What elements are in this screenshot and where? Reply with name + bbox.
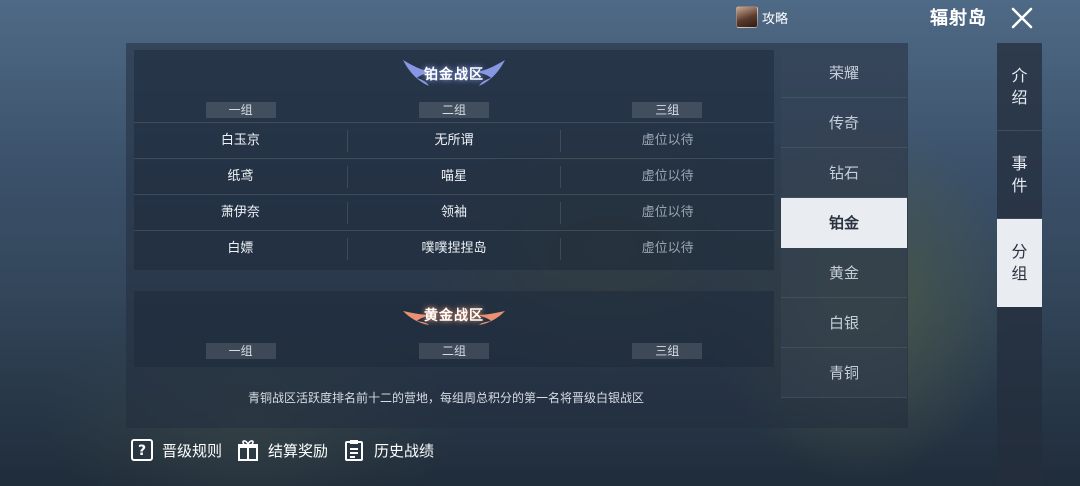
tab-label: 事 xyxy=(1011,153,1028,173)
team-cell: 喵星 xyxy=(346,165,561,188)
league-panel: 铂金战区 一组 二组 三组 白玉京 无所谓 虚位以待 纸鸢 喵星 虚位以待 萧伊… xyxy=(126,43,908,428)
table-row: 白嫖 噗噗捏捏岛 虚位以待 xyxy=(134,230,774,266)
column-header: 二组 xyxy=(418,343,489,359)
svg-text:?: ? xyxy=(138,443,146,459)
top-bar: 攻略 辐射岛 xyxy=(0,0,1080,36)
tab-label: 介 xyxy=(1011,65,1028,85)
platinum-zone: 铂金战区 一组 二组 三组 白玉京 无所谓 虚位以待 纸鸢 喵星 虚位以待 萧伊… xyxy=(134,50,774,270)
team-cell: 领袖 xyxy=(346,201,561,224)
column-header: 三组 xyxy=(632,102,703,118)
platinum-zone-header: 铂金战区 xyxy=(134,50,774,98)
tier-tabs: 荣耀 传奇 钻石 铂金 黄金 白银 青铜 xyxy=(781,48,907,398)
promotion-rules-button[interactable]: ? 晋级规则 xyxy=(130,436,222,464)
tier-tab-platinum[interactable]: 铂金 xyxy=(781,198,907,248)
tab-groups[interactable]: 分 组 xyxy=(997,219,1042,307)
table-row: 萧伊奈 领袖 虚位以待 xyxy=(134,194,774,230)
table-row: 纸鸢 喵星 虚位以待 xyxy=(134,158,774,194)
battle-history-button[interactable]: 历史战绩 xyxy=(342,436,434,464)
vacant-cell: 虚位以待 xyxy=(560,129,774,152)
column-header: 二组 xyxy=(418,102,489,118)
help-icon: ? xyxy=(130,438,154,462)
tab-label: 件 xyxy=(1011,175,1028,195)
team-cell: 萧伊奈 xyxy=(220,204,260,220)
tab-label: 组 xyxy=(1011,263,1028,283)
promotion-rules-label: 晋级规则 xyxy=(162,441,223,460)
battle-history-label: 历史战绩 xyxy=(374,441,435,460)
guide-button[interactable]: 攻略 xyxy=(736,5,792,29)
gold-zone: 黄金战区 一组 二组 三组 xyxy=(134,291,774,367)
platinum-zone-title: 铂金战区 xyxy=(424,67,484,83)
tab-events[interactable]: 事 件 xyxy=(997,131,1042,219)
tab-intro[interactable]: 介 绍 xyxy=(997,43,1042,131)
tab-label: 分 xyxy=(1011,241,1028,261)
tier-tab-silver[interactable]: 白银 xyxy=(781,298,907,348)
gold-zone-header: 黄金战区 xyxy=(134,291,774,339)
clipboard-icon xyxy=(342,438,366,462)
vacant-cell: 虚位以待 xyxy=(560,201,774,224)
tier-tab-diamond[interactable]: 钻石 xyxy=(781,148,907,198)
team-cell: 纸鸢 xyxy=(227,168,254,184)
close-icon[interactable] xyxy=(1010,6,1034,30)
tier-tab-gold[interactable]: 黄金 xyxy=(781,248,907,298)
column-header: 一组 xyxy=(205,102,276,118)
gold-column-headers: 一组 二组 三组 xyxy=(134,339,774,363)
platinum-column-headers: 一组 二组 三组 xyxy=(134,98,774,122)
tier-tab-legend[interactable]: 传奇 xyxy=(781,98,907,148)
vacant-cell: 虚位以待 xyxy=(560,237,774,260)
gold-wings-icon: 黄金战区 xyxy=(399,297,509,333)
team-cell: 无所谓 xyxy=(346,129,561,152)
table-row: 白玉京 无所谓 虚位以待 xyxy=(134,122,774,158)
team-cell: 噗噗捏捏岛 xyxy=(346,237,561,260)
avatar xyxy=(736,6,758,28)
settlement-rewards-button[interactable]: 结算奖励 xyxy=(236,436,328,464)
bottom-actions: ? 晋级规则 结算奖励 历史战绩 xyxy=(130,436,434,464)
team-cell: 白玉京 xyxy=(220,132,260,148)
team-cell: 白嫖 xyxy=(227,240,254,256)
guide-label: 攻略 xyxy=(762,11,789,27)
settlement-rewards-label: 结算奖励 xyxy=(268,441,329,460)
side-tabs: 介 绍 事 件 分 组 xyxy=(997,43,1042,486)
gold-zone-title: 黄金战区 xyxy=(424,308,484,324)
island-title: 辐射岛 xyxy=(930,8,987,29)
column-header: 一组 xyxy=(205,343,276,359)
tier-tab-bronze[interactable]: 青铜 xyxy=(781,348,907,398)
column-header: 三组 xyxy=(632,343,703,359)
promotion-note: 青铜战区活跃度排名前十二的营地，每组周总积分的第一名将晋级白银战区 xyxy=(247,391,644,405)
tab-label: 绍 xyxy=(1011,87,1028,107)
tier-tab-glory[interactable]: 荣耀 xyxy=(781,48,907,98)
vacant-cell: 虚位以待 xyxy=(560,165,774,188)
gift-icon xyxy=(236,438,260,462)
platinum-wings-icon: 铂金战区 xyxy=(399,56,509,92)
